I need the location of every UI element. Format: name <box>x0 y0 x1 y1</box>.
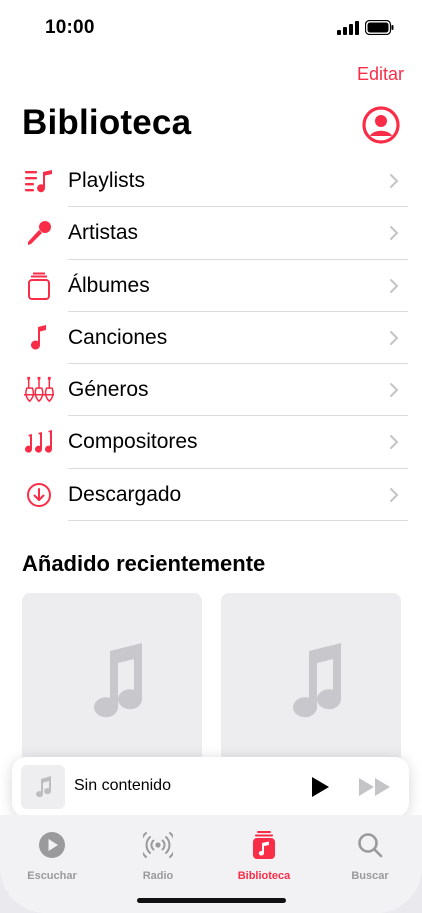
music-note-icon <box>94 643 143 718</box>
guitars-icon <box>24 376 54 404</box>
library-item-composers[interactable]: Compositores <box>0 416 422 469</box>
music-note-icon <box>36 776 52 798</box>
library-item-label: Playlists <box>68 169 146 192</box>
phone-screen: 10:00 Editar Biblioteca Playlists Artist… <box>0 0 422 913</box>
library-item-artists[interactable]: Artistas <box>0 207 422 260</box>
tab-buscar[interactable]: Buscar <box>328 831 412 882</box>
download-icon <box>24 481 54 509</box>
chevron-right-icon <box>390 435 399 450</box>
tab-radio[interactable]: Radio <box>116 831 200 882</box>
home-indicator <box>137 898 286 903</box>
album-placeholder[interactable] <box>22 593 202 783</box>
battery-icon <box>365 20 394 35</box>
notes-icon <box>24 428 54 456</box>
library-item-label: Álbumes <box>68 273 150 297</box>
chevron-right-icon <box>390 330 399 345</box>
tab-label: Biblioteca <box>237 870 291 882</box>
cellular-signal-icon <box>337 21 359 35</box>
status-time: 10:00 <box>45 17 95 38</box>
search-icon <box>358 833 383 858</box>
chevron-right-icon <box>390 226 399 241</box>
mini-player-artwork <box>21 765 65 809</box>
play-circle-icon <box>39 832 65 858</box>
page-title: Biblioteca <box>22 103 192 142</box>
library-item-label: Canciones <box>68 325 168 349</box>
play-button[interactable] <box>309 775 331 799</box>
library-icon <box>253 831 275 859</box>
library-item-label: Géneros <box>68 378 149 402</box>
chevron-right-icon <box>390 487 399 502</box>
music-note-icon <box>293 643 342 718</box>
albums-icon <box>24 272 54 300</box>
mini-player[interactable]: Sin contenido <box>12 757 409 817</box>
fast-forward-button[interactable] <box>358 777 392 797</box>
library-item-songs[interactable]: Canciones <box>0 312 422 365</box>
library-item-albums[interactable]: Álbumes <box>0 260 422 312</box>
edit-button[interactable]: Editar <box>357 64 404 85</box>
album-placeholder[interactable] <box>221 593 401 783</box>
library-item-label: Compositores <box>68 430 198 454</box>
library-item-playlists[interactable]: Playlists <box>0 155 422 208</box>
library-item-downloaded[interactable]: Descargado <box>0 469 422 522</box>
divider <box>68 520 408 522</box>
tab-label: Radio <box>142 870 174 882</box>
chevron-right-icon <box>390 383 399 398</box>
library-list: Playlists Artistas Álbumes Canciones Gén… <box>0 155 422 522</box>
library-item-label: Artistas <box>68 221 139 245</box>
tab-escuchar[interactable]: Escuchar <box>10 831 94 882</box>
library-item-genres[interactable]: Géneros <box>0 364 422 417</box>
library-item-label: Descargado <box>68 482 182 506</box>
account-icon[interactable] <box>362 106 400 144</box>
music-note-icon <box>24 324 54 352</box>
microphone-icon <box>24 219 54 247</box>
playlists-icon <box>24 167 54 195</box>
tab-biblioteca[interactable]: Biblioteca <box>222 831 306 882</box>
chevron-right-icon <box>390 174 399 188</box>
tab-label: Buscar <box>351 870 389 882</box>
section-title-recently-added: Añadido recientemente <box>22 551 266 576</box>
radio-icon <box>139 832 177 858</box>
tab-label: Escuchar <box>27 870 77 882</box>
chevron-right-icon <box>390 278 399 293</box>
now-playing-title: Sin contenido <box>74 777 171 794</box>
status-bar: 10:00 <box>0 0 422 54</box>
